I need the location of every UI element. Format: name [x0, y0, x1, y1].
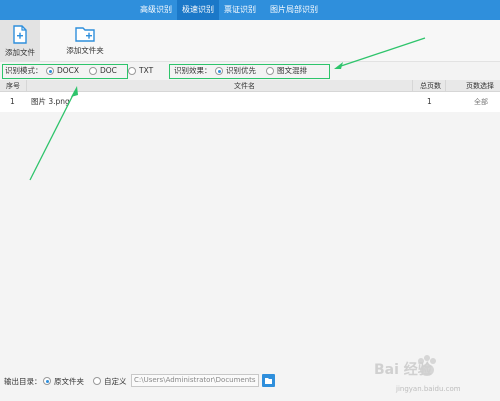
mode-docx-label[interactable]: DOCX: [57, 66, 79, 76]
add-file-button[interactable]: 添加文件: [0, 20, 40, 62]
mode-doc-label[interactable]: DOC: [100, 66, 117, 76]
cell-filename: 图片 3.png: [31, 97, 70, 106]
browse-folder-button[interactable]: [262, 374, 275, 387]
toolbar: 添加文件 添加文件夹: [0, 20, 500, 62]
column-divider: [26, 80, 27, 92]
table-row[interactable]: 1 图片 3.png 1 全部: [0, 92, 500, 112]
add-folder-label: 添加文件夹: [66, 46, 104, 55]
file-table-header: 序号 文件名 总页数 页数选择: [0, 80, 500, 92]
add-file-icon: [13, 25, 27, 44]
cell-index: 1: [10, 97, 15, 106]
cell-total-pages: 1: [427, 97, 432, 106]
output-original-folder-radio[interactable]: [43, 377, 51, 385]
mode-label: 识别模式：: [5, 66, 43, 75]
effect-recognition-first-label[interactable]: 识别优先: [226, 66, 256, 76]
watermark-url: jingyan.baidu.com: [396, 385, 461, 393]
output-custom-label[interactable]: 自定义: [104, 377, 127, 387]
header-page-selection: 页数选择: [466, 82, 494, 90]
tab-advanced-ocr[interactable]: 高级识别: [135, 0, 177, 20]
top-tab-bar: 高级识别 极速识别 票证识别 图片局部识别: [0, 0, 500, 20]
header-index: 序号: [6, 82, 20, 90]
output-custom-radio[interactable]: [93, 377, 101, 385]
output-dir-label: 输出目录：: [4, 377, 42, 386]
mode-txt-radio[interactable]: [128, 67, 136, 75]
header-total-pages: 总页数: [420, 82, 441, 90]
column-divider: [445, 80, 446, 92]
tab-partial-image-ocr[interactable]: 图片局部识别: [263, 0, 325, 20]
cell-page-selection[interactable]: 全部: [474, 92, 488, 112]
add-folder-button[interactable]: 添加文件夹: [58, 20, 112, 62]
effect-label: 识别效果：: [174, 66, 212, 75]
mode-txt-label[interactable]: TXT: [139, 66, 153, 76]
baidu-watermark: Bai 经验 jingyan.baidu.com: [372, 351, 498, 401]
add-folder-icon: [75, 27, 95, 42]
column-divider: [412, 80, 413, 92]
mode-docx-radio[interactable]: [46, 67, 54, 75]
effect-mixed-layout-radio[interactable]: [266, 67, 274, 75]
folder-icon: [265, 378, 272, 384]
file-table-body: 1 图片 3.png 1 全部: [0, 92, 500, 359]
mode-doc-radio[interactable]: [89, 67, 97, 75]
header-filename: 文件名: [234, 82, 255, 90]
tab-fast-ocr[interactable]: 极速识别: [177, 0, 219, 20]
tab-ticket-ocr[interactable]: 票证识别: [219, 0, 261, 20]
output-path-input[interactable]: C:\Users\Administrator\Documents: [131, 374, 259, 387]
watermark-text: Bai 经验: [374, 362, 432, 378]
add-file-label: 添加文件: [5, 48, 35, 57]
effect-recognition-first-radio[interactable]: [215, 67, 223, 75]
effect-mixed-layout-label[interactable]: 图文混排: [277, 66, 307, 76]
output-original-folder-label[interactable]: 原文件夹: [54, 377, 84, 387]
